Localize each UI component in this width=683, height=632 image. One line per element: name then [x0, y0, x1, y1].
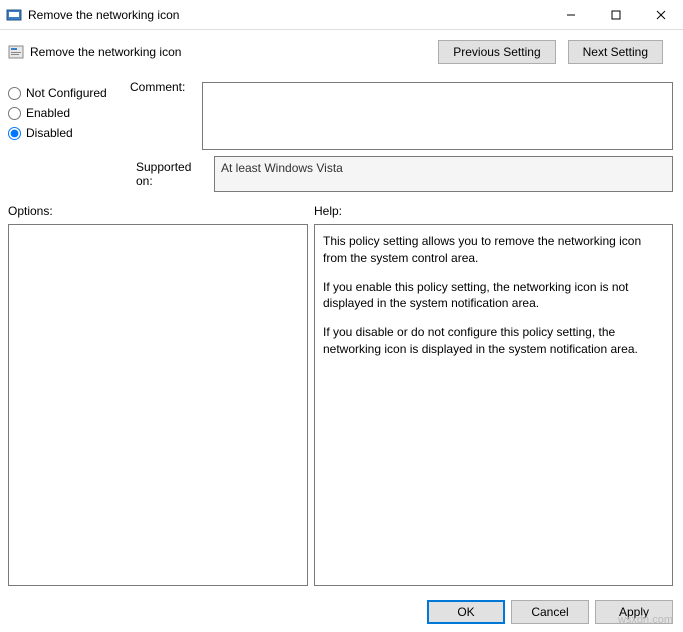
cancel-button[interactable]: Cancel — [511, 600, 589, 624]
options-panel — [8, 224, 308, 586]
close-button[interactable] — [638, 0, 683, 30]
footer: OK Cancel Apply — [0, 592, 683, 632]
options-label: Options: — [8, 198, 308, 224]
policy-icon — [8, 44, 24, 60]
policy-title: Remove the networking icon — [30, 45, 438, 59]
window-title: Remove the networking icon — [28, 8, 548, 22]
help-text-3: If you disable or do not configure this … — [323, 324, 664, 358]
maximize-button[interactable] — [593, 0, 638, 30]
previous-setting-button[interactable]: Previous Setting — [438, 40, 555, 64]
watermark: wsxdn.com — [618, 614, 673, 626]
help-text-2: If you enable this policy setting, the n… — [323, 279, 664, 313]
comment-textarea[interactable] — [202, 82, 673, 150]
header: Remove the networking icon Previous Sett… — [0, 30, 683, 74]
ok-button[interactable]: OK — [427, 600, 505, 624]
help-panel: This policy setting allows you to remove… — [314, 224, 673, 586]
supported-on-value — [214, 156, 673, 192]
supported-on-label: Supported on: — [0, 156, 214, 194]
help-label: Help: — [314, 198, 673, 224]
minimize-button[interactable] — [548, 0, 593, 30]
titlebar: Remove the networking icon — [0, 0, 683, 30]
next-setting-button[interactable]: Next Setting — [568, 40, 663, 64]
app-icon — [6, 7, 22, 23]
help-text-1: This policy setting allows you to remove… — [323, 233, 664, 267]
